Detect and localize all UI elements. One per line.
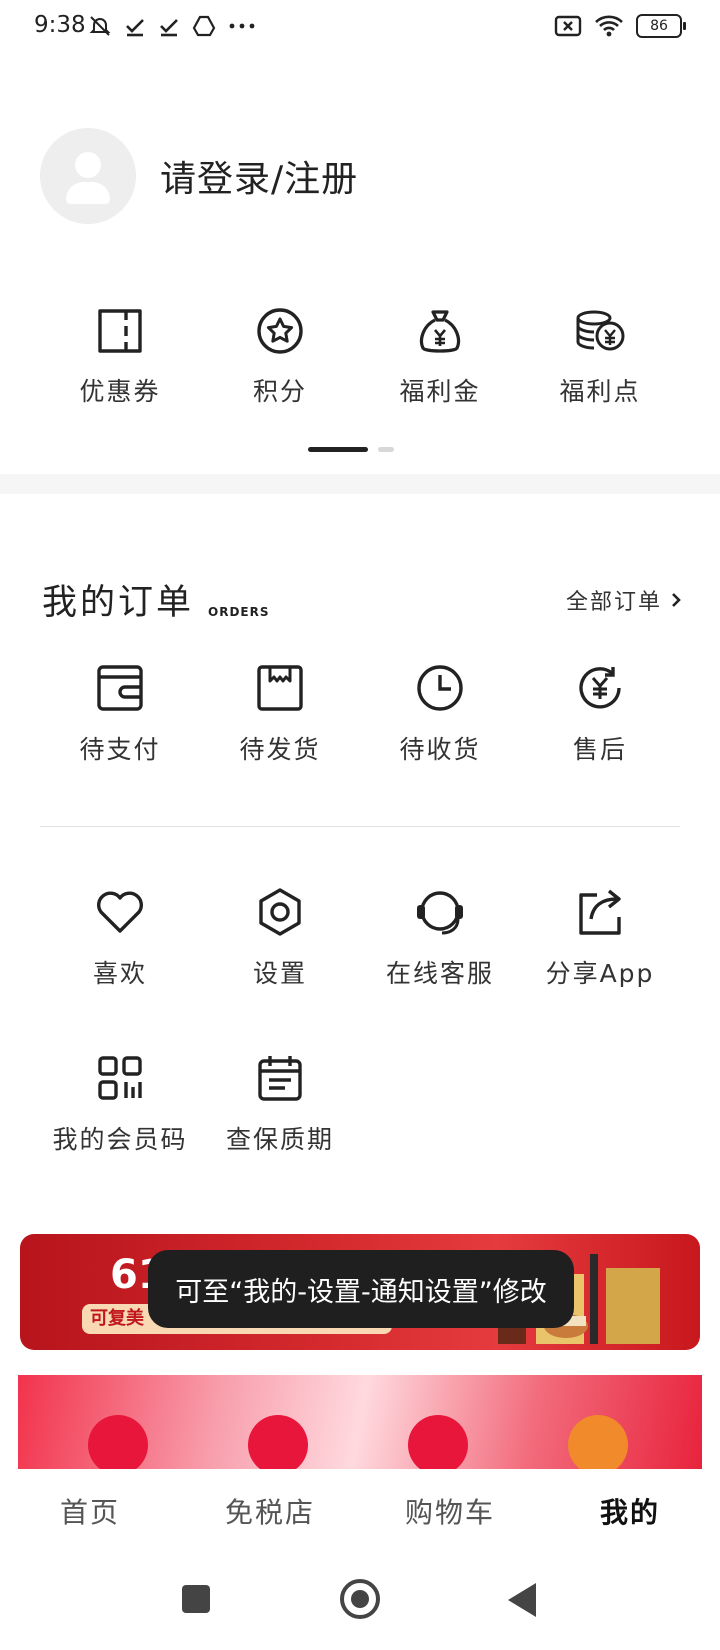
screen-cancel-icon (554, 15, 582, 37)
assets-pager (308, 447, 394, 452)
service-share-app[interactable]: 分享App (520, 884, 680, 990)
order-pending-payment[interactable]: 待支付 (40, 660, 200, 766)
wifi-icon (595, 15, 623, 37)
order-pending-receipt[interactable]: 待收货 (360, 660, 520, 766)
status-bar: 9:38 86 (0, 0, 720, 56)
service-favorites[interactable]: 喜欢 (40, 884, 200, 990)
system-navigation-bar (0, 1557, 720, 1650)
headset-icon (417, 891, 463, 935)
section-separator (0, 474, 720, 494)
tab-duty-free[interactable]: 免税店 (180, 1469, 360, 1557)
service-settings[interactable]: 设置 (200, 884, 360, 990)
tab-home[interactable]: 首页 (0, 1469, 180, 1557)
all-orders-label: 全部订单 (565, 590, 662, 615)
orders-row: 待支付 待发货 待收货 售后 (0, 660, 720, 766)
asset-coupon[interactable]: 优惠券 (40, 300, 200, 408)
status-system-icons: 86 (554, 14, 686, 38)
promo-star-image[interactable] (408, 1415, 468, 1469)
divider (40, 826, 680, 827)
refund-icon (579, 667, 621, 709)
battery-icon: 86 (636, 14, 686, 38)
recent-apps-button[interactable] (182, 1585, 210, 1613)
check-icon (160, 19, 178, 37)
tab-cart[interactable]: 购物车 (360, 1469, 540, 1557)
heart-icon (97, 891, 143, 933)
asset-label: 福利点 (559, 377, 641, 406)
calendar-icon (258, 1056, 302, 1101)
order-label: 待收货 (399, 735, 481, 764)
orders-header: 我的订单 ORDERS 全部订单 (42, 574, 682, 625)
home-button[interactable] (340, 1579, 380, 1619)
coupon-icon (98, 309, 142, 353)
profile-login[interactable]: 请登录/注册 (40, 128, 358, 224)
money-bag-icon (419, 310, 461, 353)
hexagon-settings-icon (259, 888, 301, 936)
order-after-sales[interactable]: 售后 (520, 660, 680, 766)
promo-product-image[interactable] (248, 1415, 308, 1469)
status-notification-icons (88, 14, 256, 38)
asset-label: 积分 (252, 377, 307, 406)
service-label: 喜欢 (92, 959, 147, 988)
login-register-link[interactable]: 请登录/注册 (160, 150, 358, 202)
orders-subtitle: ORDERS (208, 605, 270, 619)
battery-level: 86 (650, 18, 668, 34)
services-row-2: 我的会员码 查保质期 (0, 1050, 720, 1156)
order-label: 售后 (572, 735, 627, 764)
drive-icon (192, 15, 216, 37)
services-row-1: 喜欢 设置 在线客服 分享App (0, 884, 720, 990)
more-icon (229, 23, 255, 29)
asset-label: 优惠券 (79, 377, 161, 406)
bottom-tab-bar: 首页 免税店 购物车 我的 (0, 1469, 720, 1557)
service-label: 查保质期 (225, 1125, 334, 1154)
asset-welfare-gold[interactable]: 福利金 (360, 300, 520, 408)
back-button[interactable] (508, 1583, 536, 1617)
wallet-icon (97, 665, 143, 711)
check-icon (126, 19, 144, 37)
asset-points[interactable]: 积分 (200, 300, 360, 408)
service-label: 在线客服 (385, 959, 494, 988)
order-label: 待发货 (239, 735, 321, 764)
chevron-right-icon (672, 593, 681, 607)
status-time: 9:38 (34, 12, 86, 38)
order-pending-shipment[interactable]: 待发货 (200, 660, 360, 766)
orders-title: 我的订单 (42, 583, 195, 623)
asset-welfare-points[interactable]: 福利点 (520, 300, 680, 408)
all-orders-link[interactable]: 全部订单 (566, 584, 682, 616)
tab-mine[interactable]: 我的 (540, 1469, 720, 1557)
package-icon (257, 665, 303, 711)
pager-dot-active (308, 447, 368, 452)
service-label: 我的会员码 (52, 1125, 188, 1154)
avatar[interactable] (40, 128, 136, 224)
assets-row: 优惠券 积分 福利金 福利点 (0, 300, 720, 408)
service-label: 分享App (545, 959, 655, 988)
promo-product-image[interactable] (88, 1415, 148, 1469)
asset-label: 福利金 (399, 377, 481, 406)
order-label: 待支付 (79, 735, 161, 764)
service-label: 设置 (252, 959, 307, 988)
service-check-shelf-life[interactable]: 查保质期 (200, 1050, 360, 1156)
service-customer-support[interactable]: 在线客服 (360, 884, 520, 990)
clock-icon (417, 665, 463, 711)
pager-dot (378, 447, 394, 452)
service-member-code[interactable]: 我的会员码 (40, 1050, 200, 1156)
qrcode-icon (98, 1056, 142, 1100)
promo-mascot-image[interactable] (568, 1415, 628, 1469)
promo-strip[interactable] (18, 1375, 702, 1469)
star-badge-icon (257, 308, 303, 354)
mute-icon (89, 16, 111, 36)
toast-message: 可至“我的-设置-通知设置”修改 (148, 1250, 574, 1328)
coins-icon (576, 310, 625, 351)
share-icon (579, 889, 621, 935)
